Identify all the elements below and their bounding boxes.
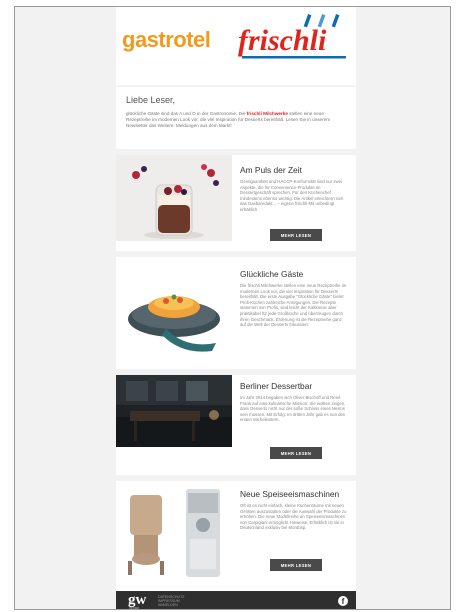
frischli-logo-text: frischli: [238, 24, 327, 57]
article-image-dessert-bowl[interactable]: [116, 257, 232, 369]
intro-text-part: glückliche Gäste sind das A und O in der…: [126, 111, 247, 116]
header-logos: gastrotel frischli: [116, 7, 356, 85]
article-image-dessert-glass[interactable]: [116, 155, 232, 241]
intro-brand[interactable]: frischli Milchwerke: [247, 111, 288, 116]
newsletter-email: gastrotel frischli Liebe Leser, glücklic…: [116, 7, 356, 610]
greeting: Liebe Leser,: [126, 95, 176, 105]
article-text: Genügsamkeit und HACCP-Konformität sind …: [240, 179, 344, 212]
divider: [116, 85, 356, 87]
read-more-button[interactable]: MEHR LESEN: [270, 447, 322, 459]
frischli-logo[interactable]: frischli: [236, 12, 351, 72]
read-more-button[interactable]: MEHR LESEN: [270, 229, 322, 241]
email-preview-frame: gastrotel frischli Liebe Leser, glücklic…: [14, 6, 451, 610]
article-title[interactable]: Am Puls der Zeit: [240, 165, 302, 175]
article-text: Im Jahr 2014 begaben sich Oliver Bischof…: [240, 395, 346, 423]
read-more-button[interactable]: MEHR LESEN: [270, 559, 322, 571]
article-glueckliche-gaeste: Glückliche Gäste Die frischli Milchwerke…: [116, 257, 356, 369]
article-title[interactable]: Berliner Dessertbar: [240, 381, 312, 391]
article-text: Die frischli Milchwerke stellen eine neu…: [240, 283, 347, 328]
article-image-ice-cream-machines[interactable]: [116, 481, 232, 585]
footer-links: Datenschutz Impressum Abmelden: [158, 595, 185, 608]
article-text: Oft ist es nicht einfach, kleine Küchenr…: [240, 503, 347, 531]
facebook-icon[interactable]: f: [338, 596, 348, 606]
article-berliner-dessertbar: Berliner Dessertbar Im Jahr 2014 begaben…: [116, 375, 356, 475]
intro-text: glückliche Gäste sind das A und O in der…: [126, 111, 348, 129]
footer-link[interactable]: Abmelden: [158, 603, 185, 607]
article-neue-speiseeismaschinen: Neue Speiseeismaschinen Oft ist es nicht…: [116, 481, 356, 591]
gastrotel-logo[interactable]: gastrotel: [122, 27, 211, 53]
article-image-dessert-bar[interactable]: [116, 375, 232, 447]
footer: gw verlag Datenschutz Impressum Abmelden…: [116, 591, 356, 610]
article-title[interactable]: Glückliche Gäste: [240, 269, 303, 279]
gw-verlag-logo-sub: verlag: [129, 606, 139, 610]
article-title[interactable]: Neue Speiseeismaschinen: [240, 489, 339, 499]
article-am-puls-der-zeit: Am Puls der Zeit Genügsamkeit und HACCP-…: [116, 155, 356, 251]
